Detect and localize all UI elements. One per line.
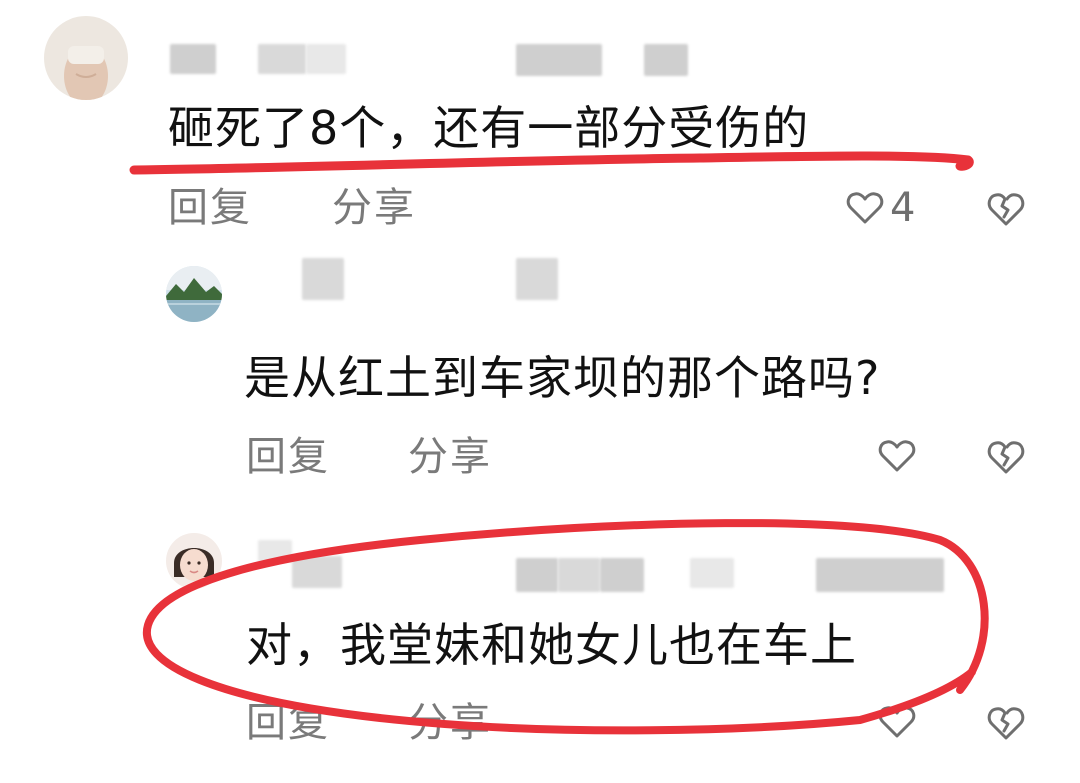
reply-button[interactable]: 回复	[168, 183, 252, 233]
avatar[interactable]	[166, 266, 222, 322]
comment-item: 对，我堂妹和她女儿也在车上 回复 分享	[0, 0, 1080, 746]
username-redacted	[600, 558, 644, 592]
avatar[interactable]	[44, 16, 128, 100]
username-redacted	[258, 540, 292, 562]
reply-button[interactable]: 回复	[246, 432, 330, 482]
heart-outline-icon[interactable]	[878, 439, 916, 477]
username-redacted	[258, 44, 306, 74]
username-redacted	[306, 44, 346, 74]
underline-annotation	[129, 151, 974, 175]
avatar[interactable]	[166, 533, 222, 589]
username-redacted	[644, 44, 688, 76]
share-button[interactable]: 分享	[332, 183, 416, 233]
comment-text: 砸死了8个，还有一部分受伤的	[168, 101, 810, 155]
comment-thread: 砸死了8个，还有一部分受伤的 回复 分享 4 是从红土到车家坝的那个路吗? 回复…	[0, 0, 1080, 783]
broken-heart-icon[interactable]	[986, 191, 1026, 231]
username-redacted	[516, 258, 558, 300]
username-redacted	[516, 558, 558, 592]
share-button[interactable]: 分享	[408, 432, 492, 482]
share-button[interactable]: 分享	[408, 698, 492, 748]
broken-heart-icon[interactable]	[986, 705, 1026, 745]
comment-text: 对，我堂妹和她女儿也在车上	[246, 618, 857, 672]
heart-outline-icon[interactable]	[878, 705, 916, 743]
username-redacted	[690, 558, 734, 588]
reply-button[interactable]: 回复	[246, 698, 330, 748]
broken-heart-icon[interactable]	[986, 439, 1026, 479]
username-redacted	[292, 556, 342, 588]
username-redacted	[558, 558, 600, 592]
username-redacted	[816, 558, 944, 592]
comment-text: 是从红土到车家坝的那个路吗?	[244, 351, 881, 405]
like-count: 4	[890, 185, 916, 231]
username-redacted	[170, 44, 216, 74]
username-redacted	[302, 258, 344, 300]
heart-outline-icon[interactable]	[846, 191, 884, 229]
username-redacted	[516, 44, 602, 76]
